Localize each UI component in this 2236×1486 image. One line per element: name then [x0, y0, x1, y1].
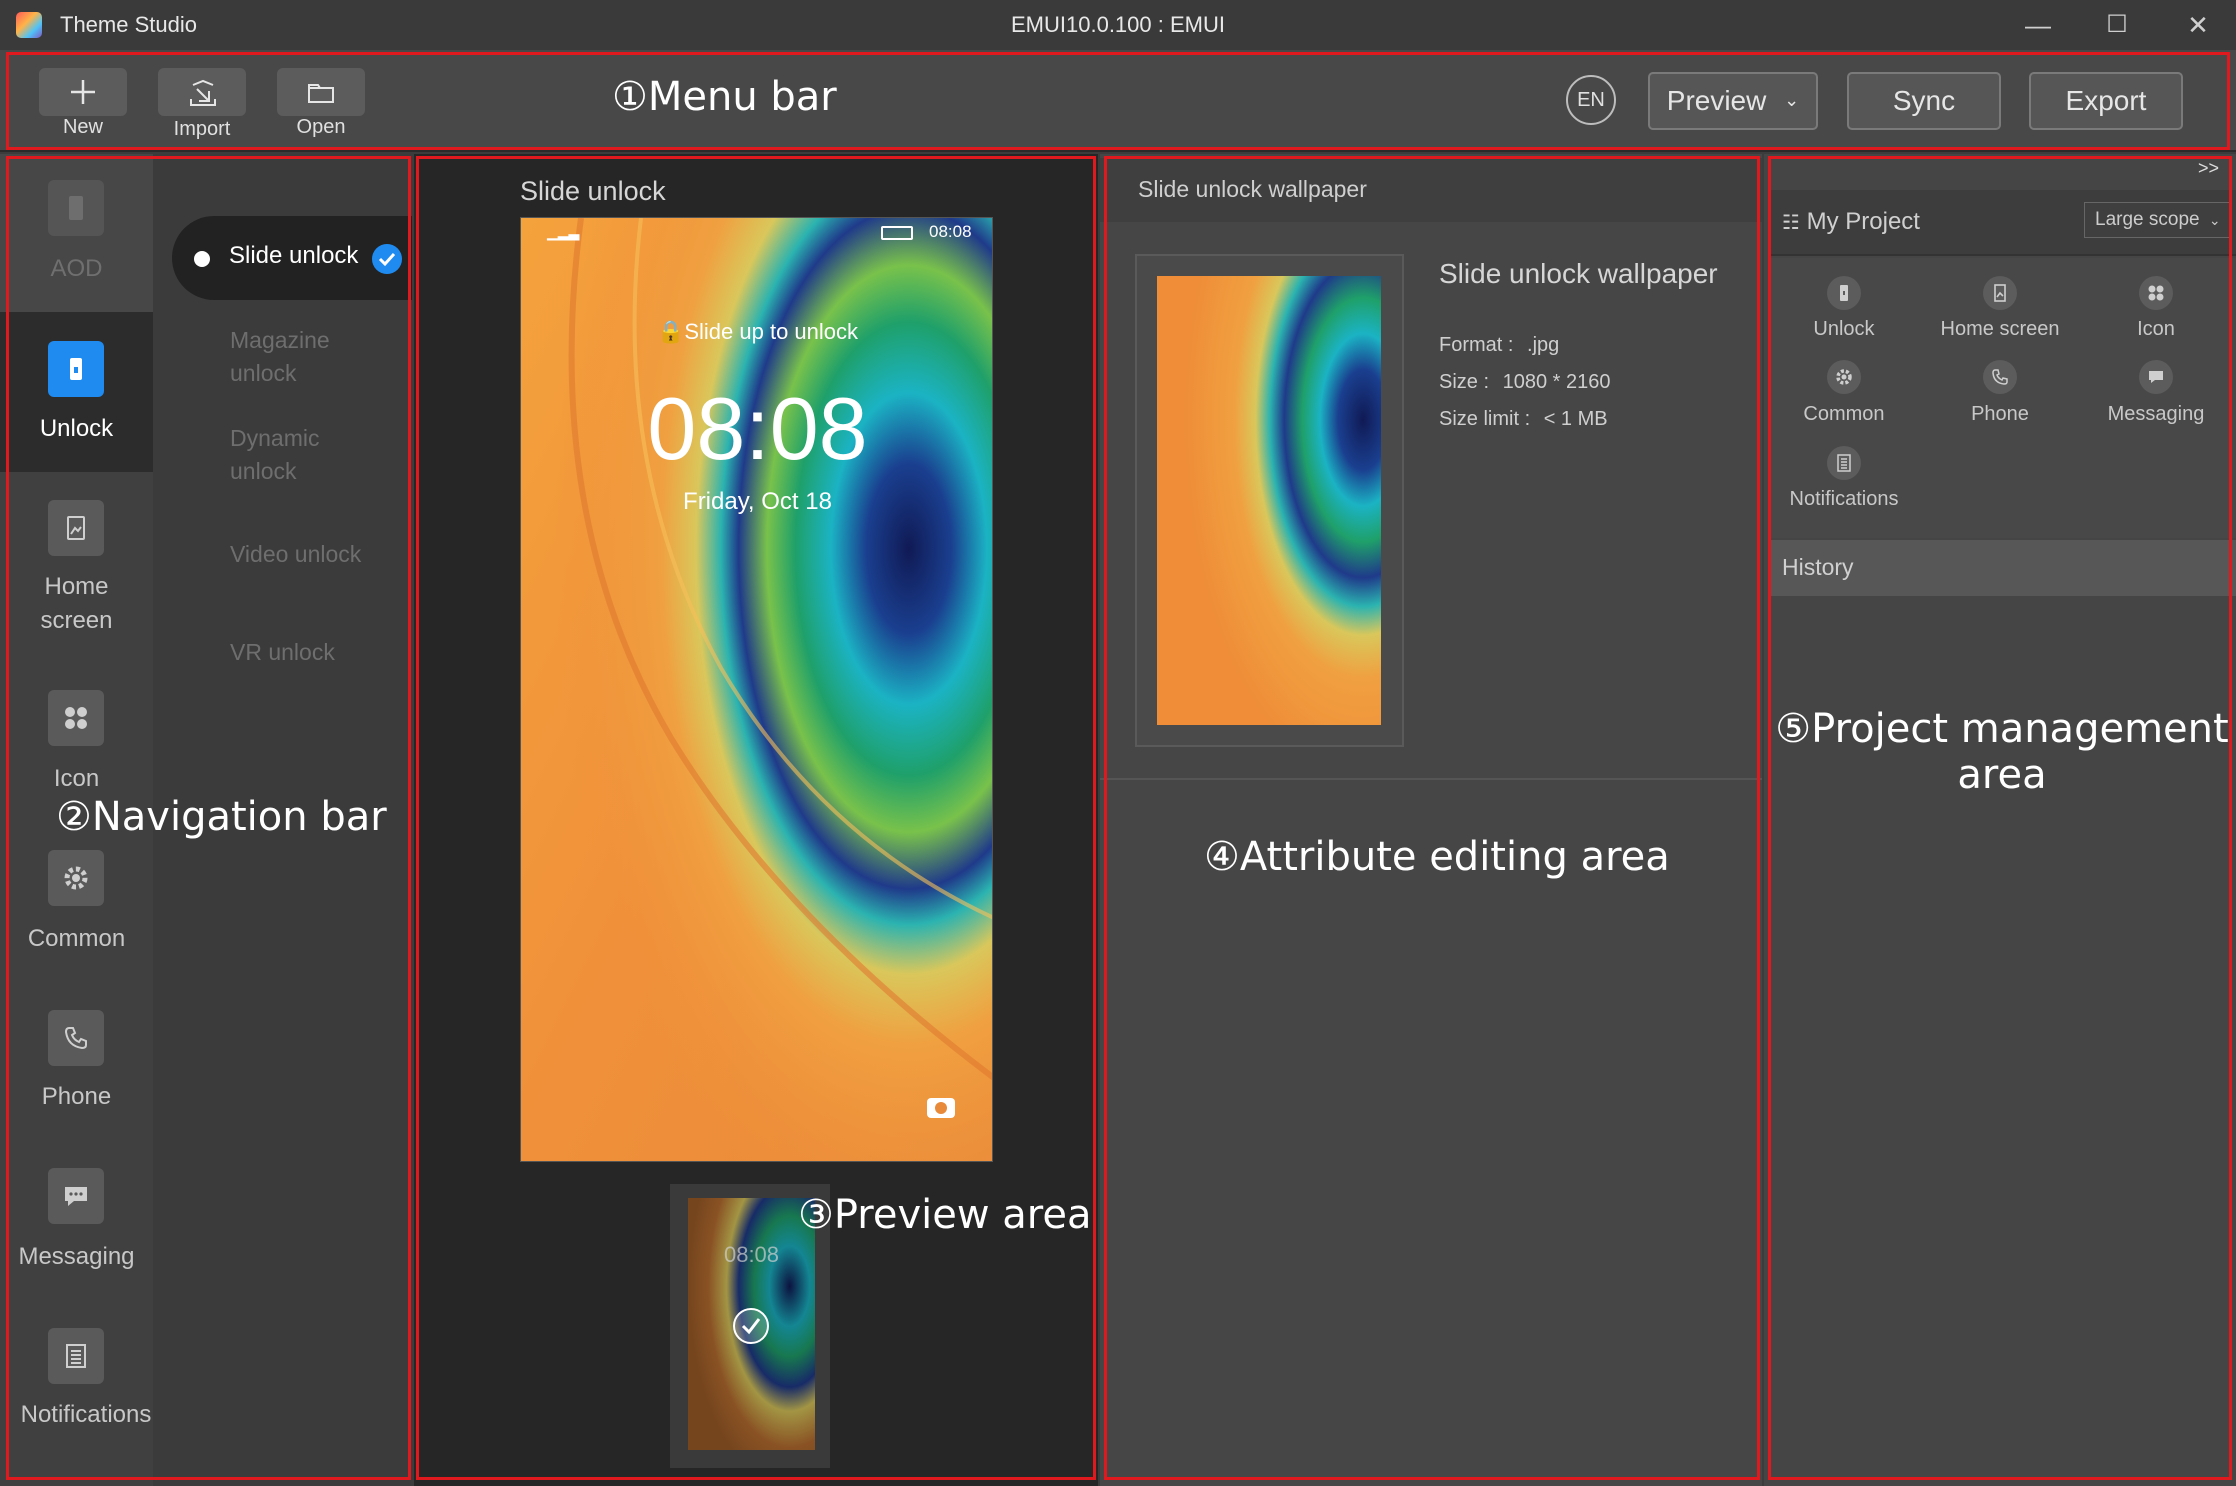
project-area-outline — [1768, 156, 2232, 1480]
attribute-area-annotation: ④Attribute editing area — [1204, 834, 1670, 880]
preview-area-annotation: ③Preview area — [798, 1192, 1092, 1238]
project-area-annotation-line2: area — [1957, 752, 2047, 798]
maximize-button[interactable]: ☐ — [2095, 8, 2139, 42]
navigation-bar-annotation: ②Navigation bar — [56, 794, 387, 840]
menu-bar-outline — [6, 52, 2230, 150]
window-title: EMUI10.0.100 : EMUI — [1011, 12, 1225, 37]
close-button[interactable]: ✕ — [2176, 8, 2220, 42]
project-area-annotation-line1: ⑤Project management — [1775, 706, 2229, 752]
minimize-button[interactable]: — — [2016, 8, 2060, 42]
attribute-area-outline — [1104, 156, 1760, 1480]
preview-area-outline — [416, 156, 1096, 1480]
